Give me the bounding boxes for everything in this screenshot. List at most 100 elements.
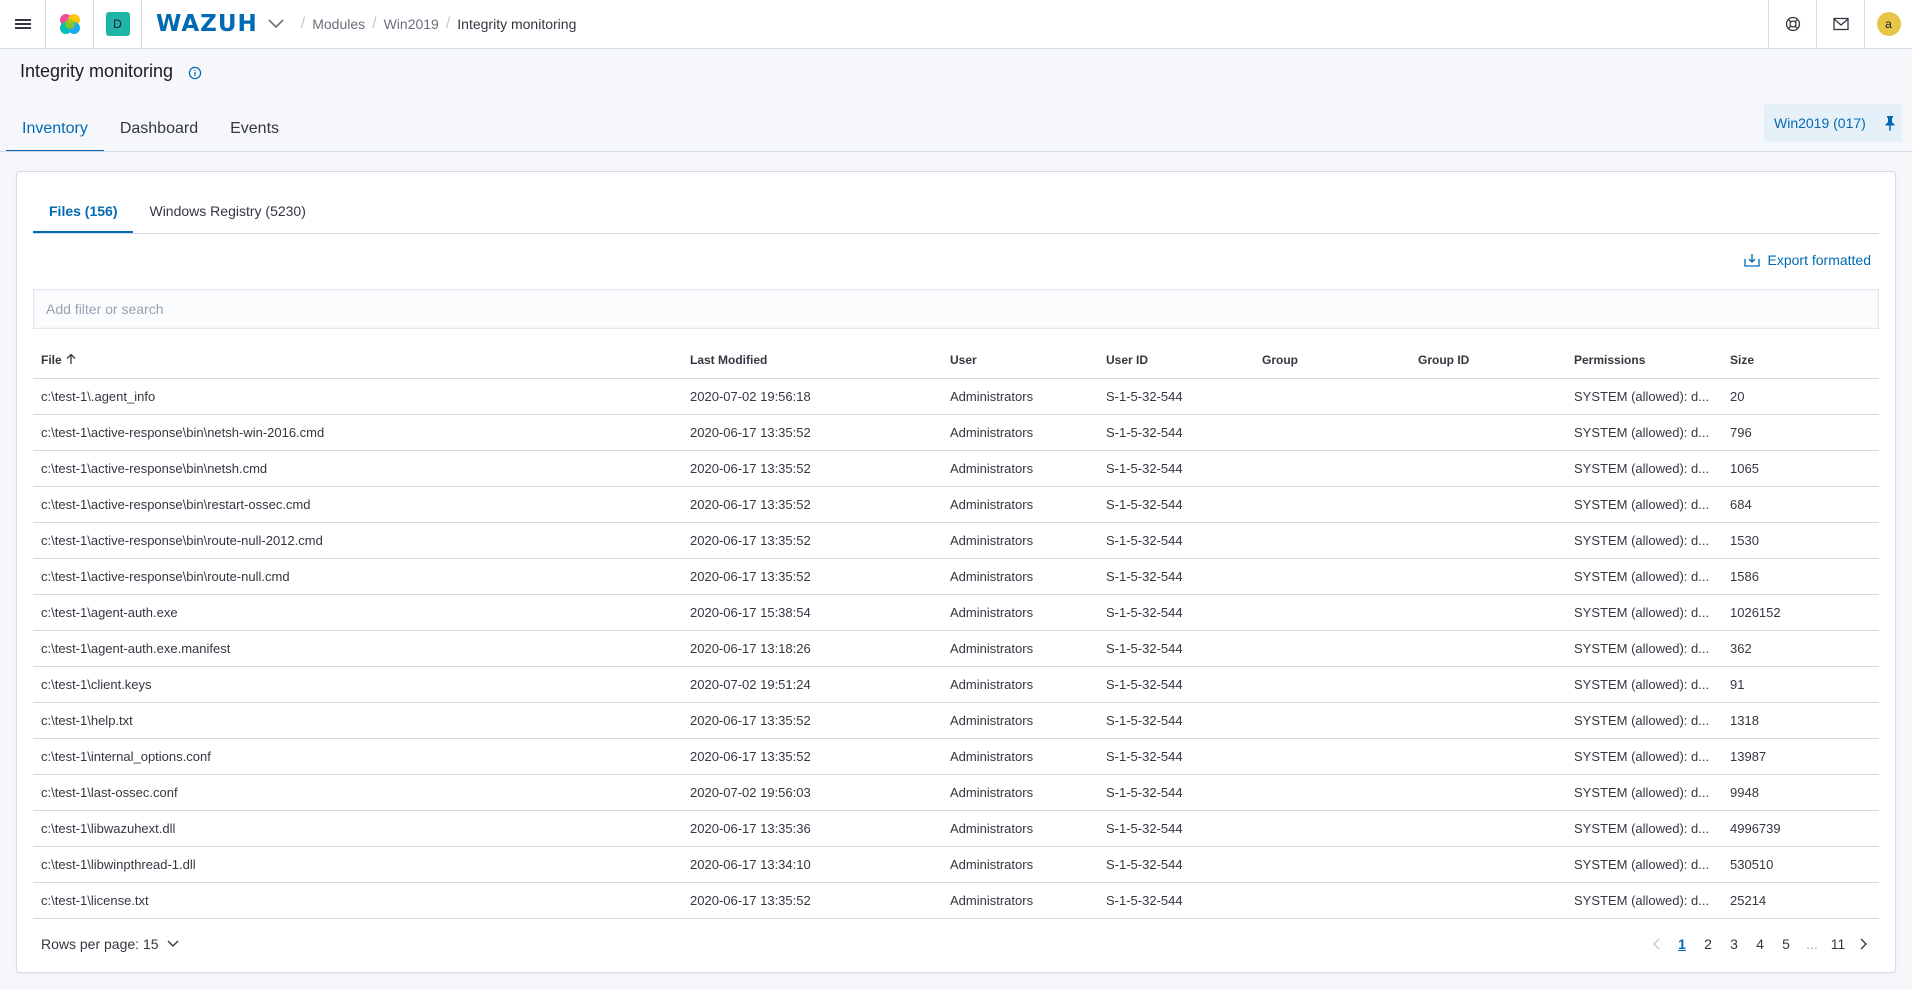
page-3-button[interactable]: 3: [1721, 936, 1747, 952]
column-header-user-id[interactable]: User ID: [1098, 342, 1254, 379]
cell-file: c:\test-1\client.keys: [33, 666, 682, 703]
cell-size: 20: [1722, 378, 1879, 415]
table-row[interactable]: c:\test-1\active-response\bin\restart-os…: [33, 486, 1879, 523]
cell-user-id: S-1-5-32-544: [1098, 738, 1254, 775]
cell-group: [1254, 846, 1410, 883]
page-title-text: Integrity monitoring: [20, 61, 174, 81]
menu-button[interactable]: [0, 0, 46, 48]
column-header-group[interactable]: Group: [1254, 342, 1410, 379]
next-page-button[interactable]: [1851, 938, 1877, 950]
rows-per-page-label: Rows per page: 15: [41, 936, 159, 952]
table-row[interactable]: c:\test-1\help.txt 2020-06-17 13:35:52 Adm…: [33, 702, 1879, 739]
avatar: a: [1876, 12, 1901, 36]
table-row[interactable]: c:\test-1\active-response\bin\netsh.cmd 2…: [33, 450, 1879, 487]
table-row[interactable]: c:\test-1\agent-auth.exe.manifest 2020-06…: [33, 630, 1879, 667]
page-2-button[interactable]: 2: [1695, 936, 1721, 952]
table-row[interactable]: c:\test-1\client.keys 2020-07-02 19:51:24…: [33, 666, 1879, 703]
page-5-button[interactable]: 5: [1773, 936, 1799, 952]
cell-user: Administrators: [942, 738, 1098, 775]
tab-windows-registry[interactable]: Windows Registry (5230): [133, 190, 321, 233]
mail-icon: [1832, 17, 1849, 31]
page-4-button[interactable]: 4: [1747, 936, 1773, 952]
help-button[interactable]: [1768, 0, 1816, 48]
cell-user-id: S-1-5-32-544: [1098, 666, 1254, 703]
column-header-permissions[interactable]: Permissions: [1566, 342, 1722, 379]
table-row[interactable]: c:\test-1\internal_options.conf 2020-06-1…: [33, 738, 1879, 775]
cell-user: Administrators: [942, 702, 1098, 739]
cell-permissions: SYSTEM (allowed): d...: [1566, 594, 1722, 631]
cell-group-id: [1410, 450, 1566, 487]
table-row[interactable]: c:\test-1\libwazuhext.dll 2020-06-17 13:3…: [33, 810, 1879, 847]
cell-group-id: [1410, 774, 1566, 811]
export-label: Export formatted: [1767, 252, 1872, 268]
cell-last-modified: 2020-07-02 19:56:18: [682, 378, 942, 415]
wazuh-menu-button[interactable]: WAZUH: [156, 11, 284, 37]
cell-file: c:\test-1\.agent_info: [33, 378, 682, 415]
breadcrumb-modules[interactable]: Modules: [312, 16, 365, 32]
space-selector[interactable]: D: [94, 0, 142, 48]
column-header-size[interactable]: Size: [1722, 342, 1879, 379]
cell-permissions: SYSTEM (allowed): d...: [1566, 378, 1722, 415]
export-formatted-button[interactable]: Export formatted: [1743, 252, 1872, 268]
search-input[interactable]: [33, 289, 1879, 329]
cell-user: Administrators: [942, 414, 1098, 451]
newsfeed-button[interactable]: [1816, 0, 1864, 48]
column-header-user[interactable]: User: [942, 342, 1098, 379]
cell-last-modified: 2020-06-17 13:35:36: [682, 810, 942, 847]
cell-last-modified: 2020-06-17 13:35:52: [682, 738, 942, 775]
cell-file: c:\test-1\libwazuhext.dll: [33, 810, 682, 847]
table-row[interactable]: c:\test-1\.agent_info 2020-07-02 19:56:18…: [33, 378, 1879, 415]
user-menu-button[interactable]: a: [1864, 0, 1912, 48]
tab-inventory[interactable]: Inventory: [6, 110, 104, 152]
column-header-last-modified[interactable]: Last Modified: [682, 342, 942, 379]
breadcrumb: / Modules / Win2019 / Integrity monitori…: [300, 15, 577, 32]
page-last-button[interactable]: 11: [1825, 936, 1851, 952]
pagination: 1 2 3 4 5 ... 11: [1643, 936, 1877, 952]
table-row[interactable]: c:\test-1\last-ossec.conf 2020-07-02 19:5…: [33, 774, 1879, 811]
cell-file: c:\test-1\active-response\bin\route-null…: [33, 558, 682, 595]
cell-file: c:\test-1\agent-auth.exe: [33, 594, 682, 631]
cell-group: [1254, 378, 1410, 415]
cell-user: Administrators: [942, 774, 1098, 811]
previous-page-button[interactable]: [1643, 938, 1669, 950]
table-row[interactable]: c:\test-1\libwinpthread-1.dll 2020-06-17 …: [33, 846, 1879, 883]
cell-group-id: [1410, 522, 1566, 559]
cell-last-modified: 2020-07-02 19:51:24: [682, 666, 942, 703]
cell-size: 1065: [1722, 450, 1879, 487]
top-nav-bar: D WAZUH / Modules / Win2019 / Integrity …: [0, 0, 1912, 49]
cell-permissions: SYSTEM (allowed): d...: [1566, 450, 1722, 487]
cell-file: c:\test-1\internal_options.conf: [33, 738, 682, 775]
table-row[interactable]: c:\test-1\license.txt 2020-06-17 13:35:52…: [33, 882, 1879, 919]
cell-permissions: SYSTEM (allowed): d...: [1566, 558, 1722, 595]
rows-per-page-button[interactable]: Rows per page: 15: [41, 936, 179, 952]
column-header-file[interactable]: File: [33, 342, 682, 379]
page-1-button[interactable]: 1: [1669, 936, 1695, 952]
agent-pill-label: Win2019 (017): [1774, 115, 1866, 131]
agent-selector-button[interactable]: Win2019 (017): [1764, 104, 1902, 142]
tab-events[interactable]: Events: [214, 110, 295, 152]
tab-files[interactable]: Files (156): [33, 190, 134, 233]
kibana-home-link[interactable]: [46, 0, 94, 48]
info-icon[interactable]: [188, 66, 202, 80]
cell-user-id: S-1-5-32-544: [1098, 558, 1254, 595]
cell-size: 1530: [1722, 522, 1879, 559]
table-row[interactable]: c:\test-1\agent-auth.exe 2020-06-17 15:38…: [33, 594, 1879, 631]
breadcrumb-current: Integrity monitoring: [457, 16, 577, 32]
column-header-group-id[interactable]: Group ID: [1410, 342, 1566, 379]
cell-group: [1254, 594, 1410, 631]
cell-user: Administrators: [942, 810, 1098, 847]
page-title: Integrity monitoring: [20, 61, 202, 82]
chevron-down-icon: [268, 19, 284, 29]
cell-file: c:\test-1\active-response\bin\route-null…: [33, 522, 682, 559]
cell-group-id: [1410, 486, 1566, 523]
cell-last-modified: 2020-06-17 13:35:52: [682, 702, 942, 739]
cell-user-id: S-1-5-32-544: [1098, 702, 1254, 739]
table-row[interactable]: c:\test-1\active-response\bin\route-null…: [33, 522, 1879, 559]
cell-file: c:\test-1\active-response\bin\restart-os…: [33, 486, 682, 523]
table-row[interactable]: c:\test-1\active-response\bin\route-null…: [33, 558, 1879, 595]
tab-dashboard[interactable]: Dashboard: [104, 110, 214, 152]
module-tabs: Inventory Dashboard Events: [6, 110, 295, 152]
table-row[interactable]: c:\test-1\active-response\bin\netsh-win-…: [33, 414, 1879, 451]
breadcrumb-agent[interactable]: Win2019: [384, 16, 439, 32]
cell-user-id: S-1-5-32-544: [1098, 450, 1254, 487]
